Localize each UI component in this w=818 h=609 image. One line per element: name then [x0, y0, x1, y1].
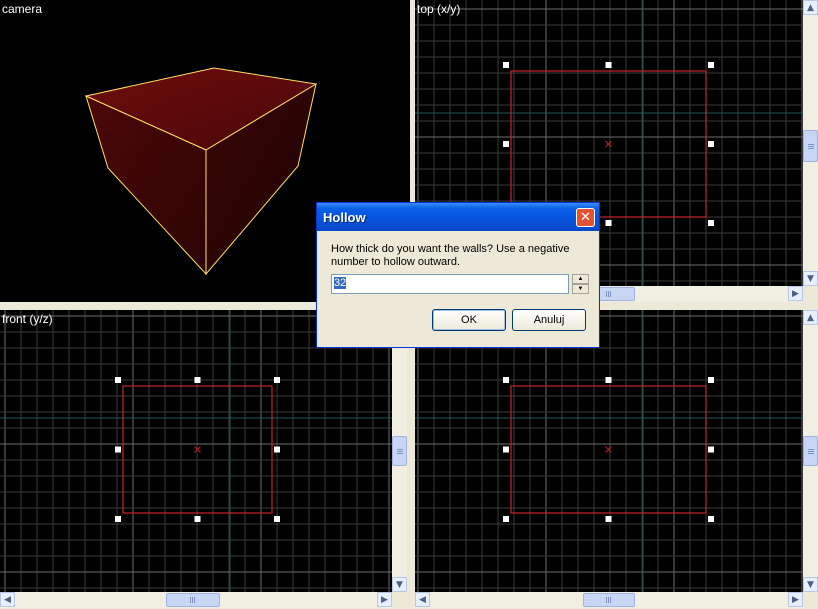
resize-handle: [274, 377, 280, 383]
top-viewport-label: top (x/y): [417, 2, 461, 16]
dialog-title: Hollow: [323, 210, 366, 225]
scroll-thumb[interactable]: [392, 436, 407, 466]
resize-handle: [605, 516, 612, 522]
side-grid: [415, 310, 803, 592]
front-horizontal-scrollbar[interactable]: ◀ ▶: [0, 592, 392, 608]
side-viewport[interactable]: [415, 310, 803, 592]
side-vertical-scrollbar[interactable]: ▲ ▼: [803, 310, 818, 592]
resize-handle: [503, 377, 509, 383]
scroll-up-button[interactable]: ▲: [803, 0, 818, 15]
resize-handle: [708, 516, 714, 522]
resize-handle: [274, 516, 280, 522]
close-icon[interactable]: ✕: [576, 208, 595, 227]
front-grid: [0, 310, 392, 592]
scroll-thumb[interactable]: [803, 436, 818, 466]
resize-handle: [605, 377, 612, 383]
spin-down-button[interactable]: ▼: [572, 284, 589, 294]
resize-handle: [503, 516, 509, 522]
camera-viewport-label: camera: [2, 2, 43, 16]
scroll-down-button[interactable]: ▼: [803, 577, 818, 592]
top-vertical-scrollbar[interactable]: ▲ ▼: [803, 0, 818, 286]
scroll-down-button[interactable]: ▼: [392, 577, 407, 592]
scroll-left-button[interactable]: ◀: [0, 592, 15, 607]
resize-handle: [194, 377, 201, 383]
hollow-dialog: Hollow ✕ How thick do you want the walls…: [316, 202, 600, 348]
wall-thickness-input[interactable]: 32: [331, 274, 569, 294]
resize-handle: [194, 516, 201, 522]
resize-handle: [503, 141, 509, 147]
resize-handle: [708, 62, 714, 68]
front-vertical-scrollbar[interactable]: ▲ ▼: [392, 310, 407, 592]
resize-handle: [708, 220, 714, 226]
scroll-down-button[interactable]: ▼: [803, 271, 818, 286]
scroll-thumb[interactable]: [583, 593, 635, 607]
scroll-right-button[interactable]: ▶: [788, 592, 803, 607]
resize-handle: [605, 220, 612, 226]
scroll-thumb[interactable]: [803, 130, 818, 162]
dialog-titlebar[interactable]: Hollow ✕: [317, 203, 599, 231]
ok-button[interactable]: OK: [432, 309, 506, 331]
scroll-up-button[interactable]: ▲: [803, 310, 818, 325]
resize-handle: [708, 377, 714, 383]
scroll-right-button[interactable]: ▶: [788, 286, 803, 301]
scroll-thumb[interactable]: [166, 593, 220, 607]
scroll-right-button[interactable]: ▶: [377, 592, 392, 607]
front-viewport[interactable]: front (y/z): [0, 310, 392, 592]
resize-handle: [115, 446, 121, 453]
cancel-button[interactable]: Anuluj: [512, 309, 586, 331]
dialog-prompt: How thick do you want the walls? Use a n…: [331, 243, 570, 268]
wall-thickness-value: 32: [334, 277, 347, 289]
resize-handle: [115, 516, 121, 522]
resize-handle: [708, 141, 714, 147]
side-horizontal-scrollbar[interactable]: ◀ ▶: [415, 592, 803, 608]
resize-handle: [503, 62, 509, 68]
spin-up-button[interactable]: ▲: [572, 274, 589, 284]
resize-handle: [605, 62, 612, 68]
resize-handle: [708, 446, 714, 453]
front-viewport-label: front (y/z): [2, 312, 53, 326]
scroll-left-button[interactable]: ◀: [415, 592, 430, 607]
resize-handle: [503, 446, 509, 453]
resize-handle: [115, 377, 121, 383]
resize-handle: [274, 446, 280, 453]
